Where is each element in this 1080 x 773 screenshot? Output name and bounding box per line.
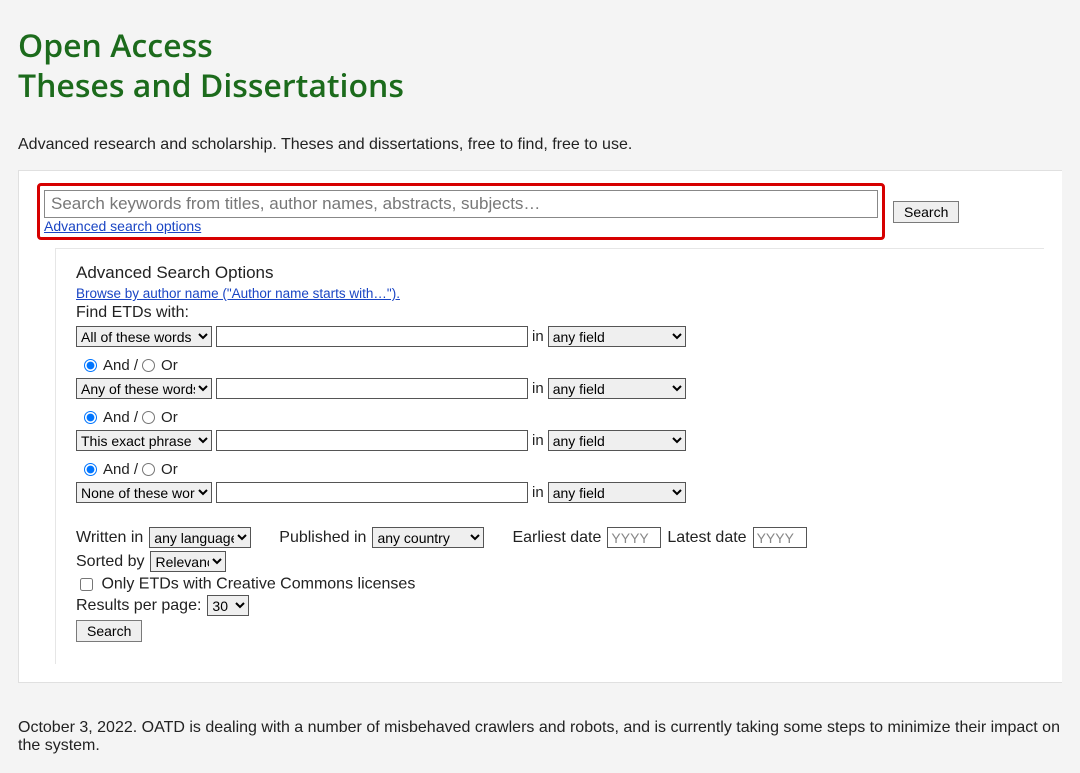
advanced-search-submit[interactable]: Search bbox=[76, 620, 142, 642]
in-label: in bbox=[532, 432, 544, 449]
site-title: Open Access Theses and Dissertations bbox=[18, 26, 1062, 106]
advanced-search-panel: Advanced Search Options Browse by author… bbox=[55, 248, 1044, 664]
bool-row-3: And / Or bbox=[84, 461, 1024, 478]
and-radio-2[interactable] bbox=[84, 411, 97, 424]
in-label: in bbox=[532, 380, 544, 397]
published-in-label: Published in bbox=[279, 529, 366, 547]
country-select[interactable]: any country bbox=[372, 527, 484, 548]
term-input-2[interactable] bbox=[216, 378, 528, 399]
in-label: in bbox=[532, 484, 544, 501]
results-per-page-label: Results per page: bbox=[76, 597, 201, 615]
latest-date-label: Latest date bbox=[667, 529, 746, 547]
search-button[interactable]: Search bbox=[893, 201, 959, 223]
bool-row-2: And / Or bbox=[84, 409, 1024, 426]
advanced-search-link[interactable]: Advanced search options bbox=[44, 218, 201, 234]
in-label: in bbox=[532, 328, 544, 345]
criteria-row-1: All of these words in any field bbox=[76, 326, 1024, 347]
mode-select-3[interactable]: This exact phrase bbox=[76, 430, 212, 451]
language-select[interactable]: any language bbox=[149, 527, 251, 548]
bool-row-1: And / Or bbox=[84, 357, 1024, 374]
and-label: And / bbox=[103, 357, 138, 374]
or-radio-2[interactable] bbox=[142, 411, 155, 424]
earliest-date-label: Earliest date bbox=[512, 529, 601, 547]
and-radio-3[interactable] bbox=[84, 463, 97, 476]
term-input-4[interactable] bbox=[216, 482, 528, 503]
search-highlight-box: Advanced search options bbox=[37, 183, 885, 240]
footer-notice: October 3, 2022. OATD is dealing with a … bbox=[18, 719, 1062, 755]
criteria-row-4: None of these words in any field bbox=[76, 482, 1024, 503]
mode-select-2[interactable]: Any of these words bbox=[76, 378, 212, 399]
field-select-1[interactable]: any field bbox=[548, 326, 686, 347]
tagline: Advanced research and scholarship. These… bbox=[18, 136, 1062, 154]
latest-date-input[interactable] bbox=[753, 527, 807, 548]
search-panel: Advanced search options Search Advanced … bbox=[18, 170, 1062, 683]
cc-only-checkbox[interactable] bbox=[80, 578, 93, 591]
or-radio-3[interactable] bbox=[142, 463, 155, 476]
sorted-by-label: Sorted by bbox=[76, 553, 144, 571]
field-select-3[interactable]: any field bbox=[548, 430, 686, 451]
mode-select-1[interactable]: All of these words bbox=[76, 326, 212, 347]
title-line-2: Theses and Dissertations bbox=[18, 64, 404, 107]
results-per-page-select[interactable]: 30 bbox=[207, 595, 249, 616]
cc-only-label: Only ETDs with Creative Commons licenses bbox=[101, 576, 415, 593]
or-radio-1[interactable] bbox=[142, 359, 155, 372]
advanced-heading: Advanced Search Options bbox=[76, 263, 1024, 283]
browse-author-link[interactable]: Browse by author name ("Author name star… bbox=[76, 286, 400, 301]
written-in-label: Written in bbox=[76, 529, 143, 547]
sort-select[interactable]: Relevance bbox=[150, 551, 226, 572]
criteria-row-2: Any of these words in any field bbox=[76, 378, 1024, 399]
find-etds-label: Find ETDs with: bbox=[76, 304, 1024, 322]
title-line-1: Open Access bbox=[18, 24, 213, 67]
and-label: And / bbox=[103, 461, 138, 478]
or-label: Or bbox=[161, 461, 178, 478]
field-select-4[interactable]: any field bbox=[548, 482, 686, 503]
term-input-3[interactable] bbox=[216, 430, 528, 451]
main-search-input[interactable] bbox=[44, 190, 878, 218]
or-label: Or bbox=[161, 409, 178, 426]
and-label: And / bbox=[103, 409, 138, 426]
earliest-date-input[interactable] bbox=[607, 527, 661, 548]
criteria-row-3: This exact phrase in any field bbox=[76, 430, 1024, 451]
or-label: Or bbox=[161, 357, 178, 374]
and-radio-1[interactable] bbox=[84, 359, 97, 372]
term-input-1[interactable] bbox=[216, 326, 528, 347]
field-select-2[interactable]: any field bbox=[548, 378, 686, 399]
mode-select-4[interactable]: None of these words bbox=[76, 482, 212, 503]
